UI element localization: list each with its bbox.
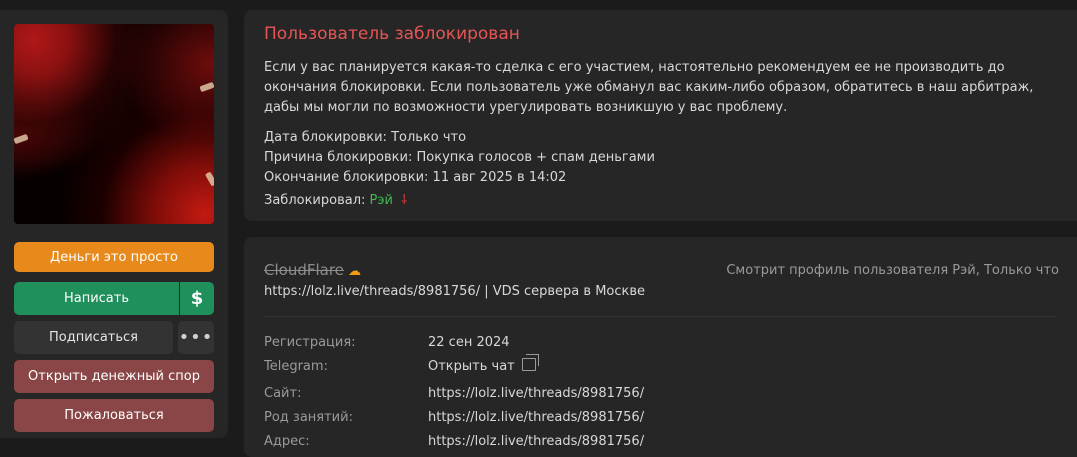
username: CloudFlare: [264, 261, 344, 279]
user-avatar[interactable]: [14, 24, 214, 224]
info-value-registration: 22 сен 2024: [428, 335, 510, 350]
ban-by: Заблокировал: Рэй ⸸: [264, 190, 407, 208]
ban-date: Дата блокировки: Только что: [264, 130, 467, 145]
more-options-icon[interactable]: •••: [178, 321, 214, 354]
moderator-link[interactable]: Рэй: [370, 193, 393, 208]
profile-info-card: CloudFlare ☁ Смотрит профиль пользовател…: [244, 237, 1077, 457]
write-message-button[interactable]: Написать: [14, 282, 179, 315]
user-status-text: https://lolz.live/threads/8981756/ | VDS…: [264, 284, 646, 299]
ban-end: Окончание блокировки: 11 авг 2025 в 14:0…: [264, 170, 567, 185]
money-button[interactable]: Деньги это просто: [14, 242, 214, 272]
ban-notice: Пользователь заблокирован Если у вас пла…: [244, 10, 1077, 221]
profile-sidebar: Деньги это просто Написать $ Подписаться…: [0, 10, 228, 438]
info-label-address: Адрес:: [264, 434, 310, 449]
divider: [264, 316, 1057, 317]
info-label-registration: Регистрация:: [264, 335, 356, 350]
viewing-status: Смотрит профиль пользователя Рэй, Только…: [726, 263, 1059, 278]
site-link[interactable]: https://lolz.live/threads/8981756/: [428, 386, 644, 401]
report-button[interactable]: Пожаловаться: [14, 399, 214, 432]
subscribe-button[interactable]: Подписаться: [14, 321, 173, 354]
dollar-icon[interactable]: $: [180, 282, 214, 315]
telegram-open-chat-link[interactable]: Открыть чат: [428, 359, 515, 374]
ban-reason: Причина блокировки: Покупка голосов + сп…: [264, 150, 655, 165]
info-label-telegram: Telegram:: [264, 359, 328, 374]
open-dispute-button[interactable]: Открыть денежный спор: [14, 360, 214, 393]
ban-title: Пользователь заблокирован: [264, 24, 520, 44]
address-link[interactable]: https://lolz.live/threads/8981756/: [428, 434, 644, 449]
moderator-badge-icon: ⸸: [401, 193, 408, 208]
occupation-link[interactable]: https://lolz.live/threads/8981756/: [428, 410, 644, 425]
cloud-icon: ☁: [348, 264, 361, 279]
info-label-occupation: Род занятий:: [264, 410, 353, 425]
info-label-site: Сайт:: [264, 386, 302, 401]
copy-icon[interactable]: [522, 354, 539, 371]
ban-description: Если у вас планируется какая-то сделка с…: [264, 60, 1034, 115]
